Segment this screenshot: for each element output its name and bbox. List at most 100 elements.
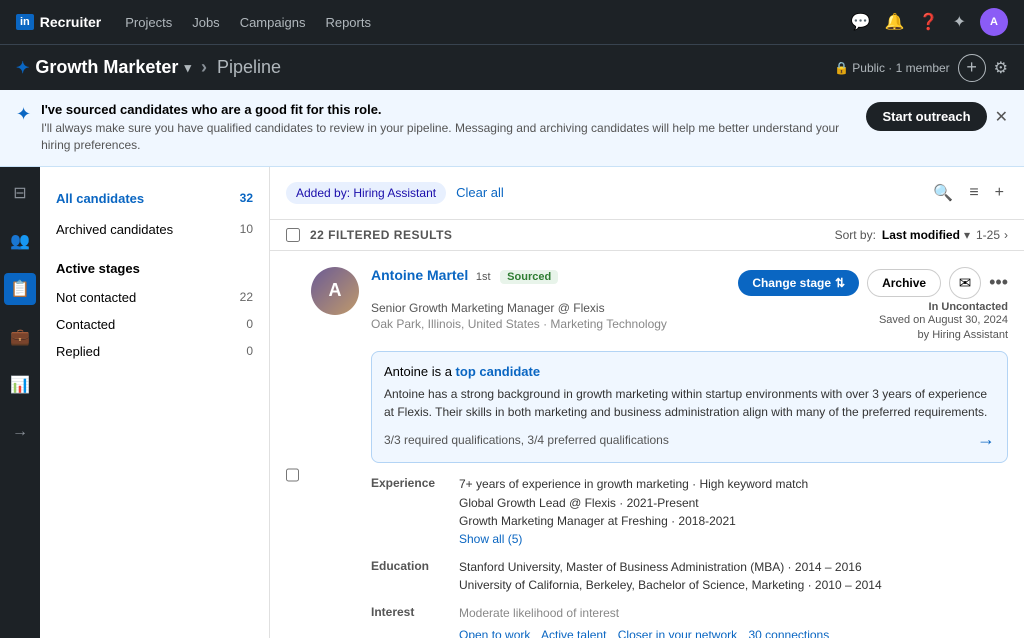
nav-campaigns[interactable]: Campaigns — [240, 15, 306, 30]
saved-by: by Hiring Assistant — [879, 328, 1008, 343]
all-candidates-item[interactable]: All candidates 32 — [40, 183, 269, 214]
add-column-button[interactable]: + — [991, 180, 1008, 206]
stage-replied[interactable]: Replied 0 — [40, 338, 269, 365]
user-avatar[interactable]: A — [980, 8, 1008, 36]
sidebar-icon-chart[interactable]: 📊 — [4, 369, 36, 401]
spark-nav-icon[interactable]: ✦ — [953, 12, 966, 32]
icon-sidebar: ⊟ 👥 📋 💼 📊 → — [0, 167, 40, 638]
connections-tag[interactable]: 30 connections — [749, 628, 830, 638]
degree-badge: 1st — [476, 271, 491, 283]
interest-note: Moderate likelihood of interest — [459, 604, 829, 622]
ai-summary-text: Antoine has a strong background in growt… — [384, 385, 995, 421]
top-candidate-link[interactable]: top candidate — [456, 364, 541, 379]
all-candidates-count: 32 — [240, 191, 253, 205]
ai-summary-arrow-button[interactable]: → — [977, 429, 995, 450]
sidebar-icon-pipeline[interactable]: 📋 — [4, 273, 36, 305]
results-count: 22 FILTERED RESULTS — [310, 228, 452, 242]
closer-in-network-tag[interactable]: Closer in your network — [618, 628, 737, 638]
change-stage-button[interactable]: Change stage ⇅ — [738, 270, 859, 296]
stage-contacted[interactable]: Contacted 0 — [40, 311, 269, 338]
start-outreach-button[interactable]: Start outreach — [866, 102, 986, 131]
sidebar-icon-arrow[interactable]: → — [6, 417, 34, 447]
filter-bar: Added by: Hiring Assistant Clear all 🔍 ≡… — [270, 167, 1024, 220]
sort-chevron-icon: ▾ — [964, 228, 970, 242]
banner-content: I've sourced candidates who are a good f… — [41, 102, 856, 154]
nav-reports[interactable]: Reports — [325, 15, 371, 30]
uncontacted-label: In Uncontacted — [929, 301, 1008, 313]
breadcrumb: ✦ Growth Marketer ▾ › Pipeline — [16, 57, 281, 78]
help-icon[interactable]: ❓ — [919, 12, 939, 32]
show-all-experience-link[interactable]: Show all (5) — [459, 530, 808, 548]
nav-jobs[interactable]: Jobs — [192, 15, 219, 30]
top-nav: in Recruiter Projects Jobs Campaigns Rep… — [0, 0, 1024, 44]
select-all-checkbox[interactable] — [286, 228, 300, 242]
sourced-badge: Sourced — [500, 270, 558, 284]
stage-contacted-label: Contacted — [56, 317, 115, 332]
open-to-work-tag[interactable]: Open to work — [459, 628, 530, 638]
sort-value: Last modified — [882, 228, 960, 242]
ai-summary-header: Antoine is a top candidate — [384, 364, 995, 379]
interest-content: Moderate likelihood of interest Open to … — [459, 604, 829, 638]
ai-summary-header-prefix: Antoine is a — [384, 364, 456, 379]
sidebar-icon-home[interactable]: ⊟ — [7, 177, 32, 209]
sub-header-right: 🔒 Public · 1 member + ⚙ — [834, 54, 1008, 82]
experience-item-0: Global Growth Lead @ Flexis · 2021-Prese… — [459, 494, 808, 512]
message-button[interactable]: ✉ — [949, 267, 981, 299]
experience-section: Experience 7+ years of experience in gro… — [371, 475, 1008, 548]
candidate-avatar: A — [311, 267, 359, 315]
active-talent-tag[interactable]: Active talent — [541, 628, 606, 638]
interest-tags: Open to work Active talent Closer in you… — [459, 626, 829, 638]
hiring-assistant-banner: ✦ I've sourced candidates who are a good… — [0, 90, 1024, 167]
candidate-name[interactable]: Antoine Martel — [371, 267, 468, 283]
archived-candidates-item[interactable]: Archived candidates 10 — [40, 214, 269, 245]
logo: in Recruiter — [16, 14, 101, 30]
main-layout: ⊟ 👥 📋 💼 📊 → All candidates 32 Archived c… — [0, 167, 1024, 638]
nav-projects[interactable]: Projects — [125, 15, 172, 30]
candidate-checkbox[interactable] — [286, 271, 299, 638]
bell-icon[interactable]: 🔔 — [885, 12, 905, 32]
experience-highlight: 7+ years of experience in growth marketi… — [459, 475, 808, 494]
sort-by-label: Sort by: — [835, 228, 876, 242]
search-button[interactable]: 🔍 — [929, 179, 957, 207]
banner-description: I'll always make sure you have qualified… — [41, 120, 856, 154]
pagination-range: 1-25 — [976, 228, 1000, 242]
filter-tag-label: Added by: Hiring Assistant — [296, 186, 436, 200]
candidate-title: Senior Growth Marketing Manager @ Flexis — [371, 301, 667, 315]
settings-icon[interactable]: ⚙ — [994, 58, 1008, 78]
pagination: 1-25 › — [976, 228, 1008, 242]
candidate-location: Oak Park, Illinois, United States · Mark… — [371, 317, 667, 331]
education-item-1: University of California, Berkeley, Bach… — [459, 576, 882, 594]
change-stage-icon: ⇅ — [835, 276, 845, 290]
ai-qualifications: 3/3 required qualifications, 3/4 preferr… — [384, 429, 995, 450]
all-candidates-label: All candidates — [56, 191, 144, 206]
add-member-button[interactable]: + — [958, 54, 986, 82]
project-title: Growth Marketer — [35, 57, 178, 78]
education-content: Stanford University, Master of Business … — [459, 558, 882, 594]
chat-icon[interactable]: 💬 — [851, 12, 871, 32]
sidebar-icon-briefcase[interactable]: 💼 — [4, 321, 36, 353]
left-panel: All candidates 32 Archived candidates 10… — [40, 167, 270, 638]
sub-header: ✦ Growth Marketer ▾ › Pipeline 🔒 Public … — [0, 44, 1024, 90]
interest-section: Interest Moderate likelihood of interest… — [371, 604, 1008, 638]
sort-dropdown[interactable]: Last modified ▾ — [882, 228, 970, 242]
education-label: Education — [371, 558, 451, 594]
stage-replied-count: 0 — [246, 344, 253, 358]
education-section: Education Stanford University, Master of… — [371, 558, 1008, 594]
filter-bar-right: 🔍 ≡ + — [929, 179, 1008, 207]
filter-button[interactable]: ≡ — [965, 180, 982, 206]
experience-label: Experience — [371, 475, 451, 548]
banner-close-button[interactable]: ✕ — [995, 107, 1008, 127]
more-options-button[interactable]: ••• — [989, 272, 1008, 293]
sidebar-icon-people[interactable]: 👥 — [4, 225, 36, 257]
assistant-spark-icon: ✦ — [16, 104, 31, 125]
dropdown-icon[interactable]: ▾ — [184, 60, 191, 76]
stage-not-contacted[interactable]: Not contacted 22 — [40, 284, 269, 311]
candidate-card: A Antoine Martel 1st Sourced Change stag… — [270, 251, 1024, 638]
active-stages-title: Active stages — [40, 245, 269, 284]
pagination-next-icon[interactable]: › — [1004, 228, 1008, 242]
breadcrumb-separator: › — [201, 57, 207, 78]
clear-all-link[interactable]: Clear all — [456, 185, 504, 200]
qualifications-text: 3/3 required qualifications, 3/4 preferr… — [384, 433, 669, 447]
card-right-col: In Uncontacted Saved on August 30, 2024 … — [848, 301, 1008, 344]
archive-button[interactable]: Archive — [867, 269, 941, 297]
